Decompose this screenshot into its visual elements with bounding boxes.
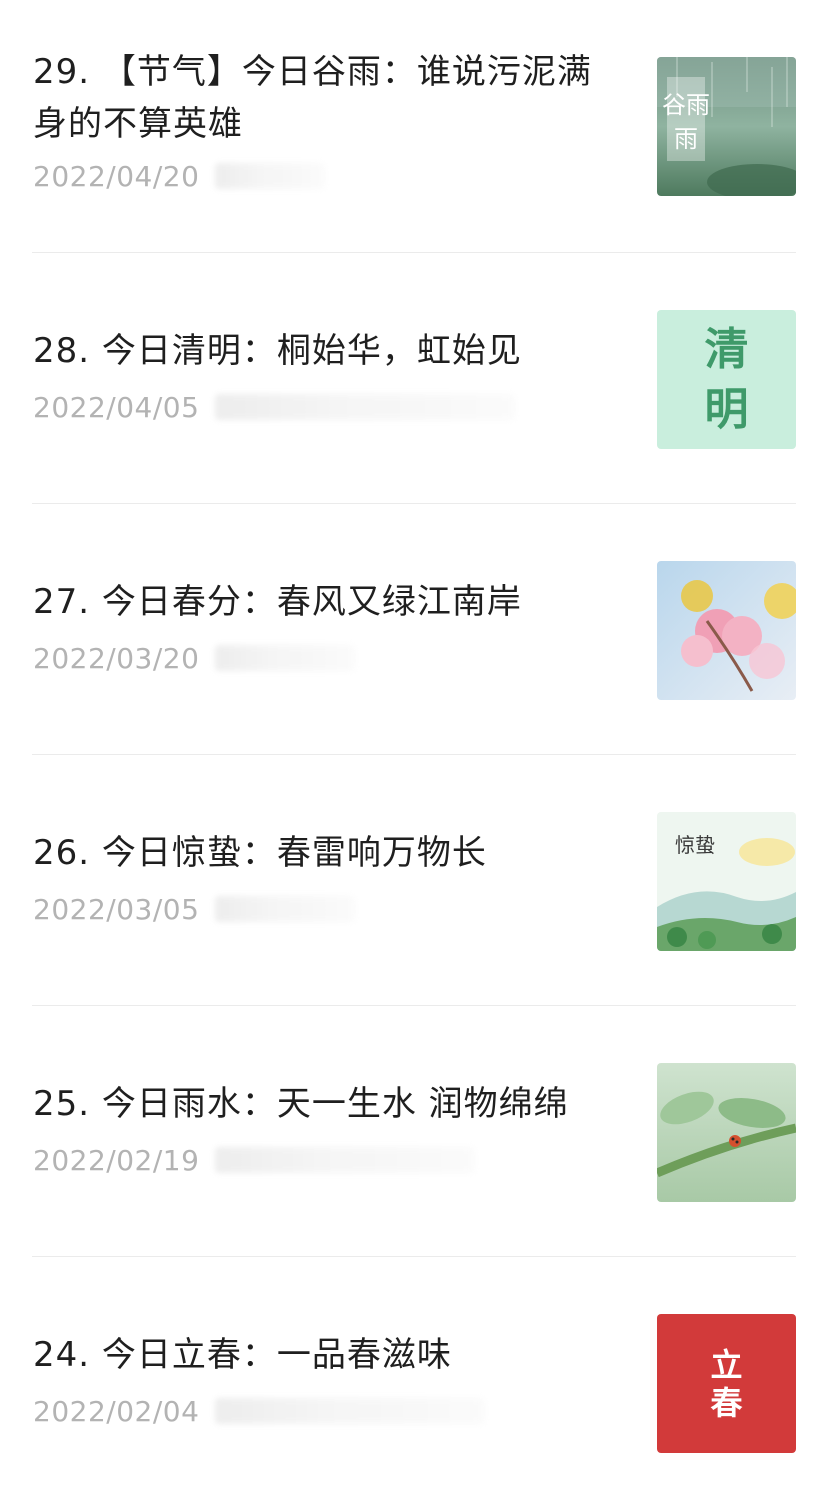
article-meta: 2022/04/05 (33, 387, 613, 427)
article-text: 29. 【节气】今日谷雨：谁说污泥满身的不算英雄 2022/04/20 (33, 46, 613, 196)
lichun-thumb-text: 立春 (710, 1345, 743, 1422)
article-meta: 2022/03/20 (33, 638, 613, 678)
list-item[interactable]: 28. 今日清明：桐始华，虹始见 2022/04/05 清明 (0, 253, 828, 504)
blossom-thumbnail[interactable] (657, 561, 796, 700)
article-title[interactable]: 26. 今日惊蛰：春雷响万物长 (33, 827, 613, 879)
article-title[interactable]: 28. 今日清明：桐始华，虹始见 (33, 325, 613, 377)
article-title[interactable]: 24. 今日立春：一品春滋味 (33, 1329, 613, 1381)
list-item[interactable]: 29. 【节气】今日谷雨：谁说污泥满身的不算英雄 2022/04/20 谷雨 雨 (0, 0, 828, 253)
article-text: 26. 今日惊蛰：春雷响万物长 2022/03/05 (33, 827, 613, 929)
guyu-rain-thumbnail[interactable]: 谷雨 雨 (657, 57, 796, 196)
article-text: 25. 今日雨水：天一生水 润物绵绵 2022/02/19 (33, 1078, 613, 1180)
blurred-read-count (215, 896, 356, 922)
qingming-thumbnail[interactable]: 清明 (657, 310, 796, 449)
article-date: 2022/02/19 (33, 1143, 200, 1177)
svg-text:雨: 雨 (674, 125, 698, 153)
article-meta: 2022/02/19 (33, 1140, 613, 1180)
qingming-thumb-text: 清明 (704, 323, 749, 435)
ladybug-branch-thumbnail[interactable] (657, 1063, 796, 1202)
article-text: 28. 今日清明：桐始华，虹始见 2022/04/05 (33, 325, 613, 427)
blurred-read-count (215, 394, 516, 420)
list-item[interactable]: 25. 今日雨水：天一生水 润物绵绵 2022/02/19 (0, 1006, 828, 1257)
article-date: 2022/03/20 (33, 641, 200, 675)
article-date: 2022/04/20 (33, 159, 200, 193)
blurred-read-count (215, 1398, 486, 1424)
blurred-read-count (215, 645, 356, 671)
article-date: 2022/02/04 (33, 1394, 200, 1428)
svg-text:谷雨: 谷雨 (662, 91, 710, 119)
blurred-read-count (215, 1147, 476, 1173)
lichun-thumbnail[interactable]: 立春 (657, 1314, 796, 1453)
article-list: 29. 【节气】今日谷雨：谁说污泥满身的不算英雄 2022/04/20 谷雨 雨… (0, 0, 828, 1500)
article-meta: 2022/04/20 (33, 156, 613, 196)
article-text: 24. 今日立春：一品春滋味 2022/02/04 (33, 1329, 613, 1431)
article-date: 2022/04/05 (33, 390, 200, 424)
article-meta: 2022/02/04 (33, 1391, 613, 1431)
article-title[interactable]: 27. 今日春分：春风又绿江南岸 (33, 576, 613, 628)
list-item[interactable]: 27. 今日春分：春风又绿江南岸 2022/03/20 (0, 504, 828, 755)
article-meta: 2022/03/05 (33, 889, 613, 929)
article-text: 27. 今日春分：春风又绿江南岸 2022/03/20 (33, 576, 613, 678)
article-date: 2022/03/05 (33, 892, 200, 926)
list-item[interactable]: 24. 今日立春：一品春滋味 2022/02/04 立春 (0, 1257, 828, 1500)
list-item[interactable]: 26. 今日惊蛰：春雷响万物长 2022/03/05 惊蛰 (0, 755, 828, 1006)
article-title[interactable]: 29. 【节气】今日谷雨：谁说污泥满身的不算英雄 (33, 46, 613, 150)
article-title[interactable]: 25. 今日雨水：天一生水 润物绵绵 (33, 1078, 613, 1130)
jingzhe-thumbnail[interactable]: 惊蛰 (657, 812, 796, 951)
svg-text:惊蛰: 惊蛰 (675, 833, 715, 857)
blurred-read-count (215, 163, 326, 189)
